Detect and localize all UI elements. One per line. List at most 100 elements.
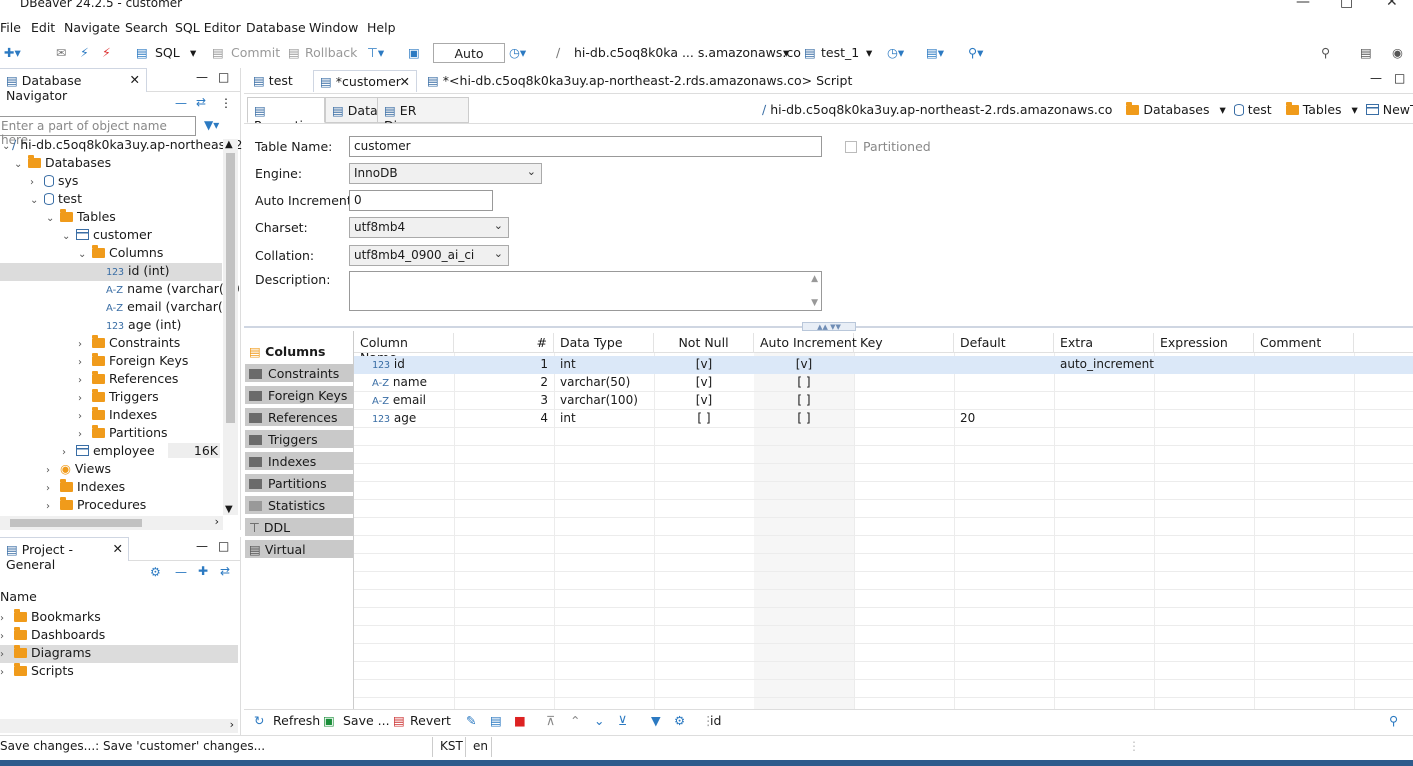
maximize-panel-icon[interactable]: □: [218, 70, 229, 84]
tree-item-customer[interactable]: ⌄ customer: [62, 227, 152, 245]
auto-commit-combo[interactable]: Auto: [433, 43, 505, 63]
move-up-icon[interactable]: ⌃: [570, 713, 580, 728]
menu-file[interactable]: File: [0, 20, 21, 35]
status-language[interactable]: en: [473, 739, 488, 759]
tree-item-column-name[interactable]: A-Z name (varchar(50: [106, 281, 240, 299]
close-icon[interactable]: ✕: [113, 541, 123, 556]
grid-cell-data-type[interactable]: int: [554, 356, 582, 374]
gear-icon[interactable]: ⚙: [150, 565, 161, 579]
grid-cell-extra[interactable]: auto_increment: [1054, 356, 1160, 374]
link-editor-icon[interactable]: ⇄: [196, 95, 206, 109]
sidetab-constraints[interactable]: Constraints: [245, 364, 353, 384]
sidetab-indexes[interactable]: Indexes: [245, 452, 353, 472]
charset-select[interactable]: utf8mb4 ⌄: [349, 217, 509, 238]
grid-cell-not-null[interactable]: [v]: [654, 374, 754, 392]
tree-item-constraints[interactable]: › Constraints: [78, 335, 180, 353]
grid-cell-auto-increment[interactable]: [ ]: [754, 410, 854, 428]
grid-header-column-name[interactable]: Column Name: [354, 333, 454, 365]
maximize-editor-icon[interactable]: □: [1394, 71, 1405, 85]
revert-button[interactable]: Revert: [410, 713, 451, 728]
grid-header-number[interactable]: #: [454, 333, 554, 353]
tree-item-views[interactable]: › ◉ Views: [46, 461, 111, 479]
navigator-hscrollbar[interactable]: ›: [0, 515, 223, 530]
commit-button[interactable]: Commit: [231, 45, 280, 60]
chevron-down-icon[interactable]: ▾: [190, 45, 196, 60]
grid-cell-data-type[interactable]: varchar(50): [554, 374, 636, 392]
maximize-icon[interactable]: □: [1340, 0, 1353, 10]
breadcrumb-databases[interactable]: Databases: [1143, 102, 1209, 117]
refresh-button[interactable]: Refresh: [273, 713, 320, 728]
breadcrumb-tables[interactable]: Tables: [1303, 102, 1342, 117]
grid-cell-extra[interactable]: [1054, 392, 1066, 410]
sidetab-references[interactable]: References: [245, 408, 353, 428]
grid-header-default[interactable]: Default: [954, 333, 1054, 353]
view-menu-icon[interactable]: ⋮: [220, 96, 232, 110]
rollback-button[interactable]: Rollback: [305, 45, 357, 60]
grid-cell-column-name[interactable]: A-Z name: [366, 374, 433, 392]
editor-tab-test[interactable]: ▤ test: [247, 70, 299, 92]
grid-cell-number[interactable]: 3: [454, 392, 554, 410]
tree-item-columns[interactable]: ⌄ Columns: [78, 245, 163, 263]
minimize-panel-icon[interactable]: —: [196, 539, 208, 553]
search-icon[interactable]: ⚲: [1389, 713, 1398, 728]
auto-increment-input[interactable]: 0: [349, 190, 493, 211]
close-icon[interactable]: ✕: [130, 72, 140, 87]
minimize-editor-icon[interactable]: —: [1370, 71, 1382, 85]
tree-item-references[interactable]: › References: [78, 371, 178, 389]
perspective-icon[interactable]: ▤: [1360, 45, 1372, 60]
partitioned-checkbox-label[interactable]: Partitioned: [845, 139, 931, 154]
add-icon[interactable]: ✚: [198, 564, 208, 578]
grid-header-comment[interactable]: Comment: [1254, 333, 1354, 353]
grid-cell-column-name[interactable]: 123 age: [366, 410, 422, 428]
tools-icon[interactable]: ▤▾: [926, 45, 944, 60]
grid-cell-number[interactable]: 4: [454, 410, 554, 428]
grid-cell-not-null[interactable]: [ ]: [654, 410, 754, 428]
grid-cell-auto-increment[interactable]: [v]: [754, 356, 854, 374]
tree-item-tables[interactable]: ⌄ Tables: [46, 209, 116, 227]
tree-item-sys[interactable]: › sys: [30, 173, 78, 191]
sidetab-virtual[interactable]: ▤ Virtual: [245, 540, 353, 560]
move-top-icon[interactable]: ⊼: [546, 713, 555, 728]
tree-item-column-id[interactable]: 123 id (int): [0, 263, 222, 281]
dashboard-icon[interactable]: ◷▾: [887, 45, 904, 60]
grid-cell-auto-increment[interactable]: [ ]: [754, 392, 854, 410]
tree-item-column-age[interactable]: 123 age (int): [106, 317, 181, 335]
project-item-bookmarks[interactable]: › Bookmarks: [0, 609, 101, 627]
plug-icon[interactable]: ✉: [56, 45, 66, 60]
grid-cell-default[interactable]: [954, 392, 966, 410]
edit-icon[interactable]: ✎: [466, 713, 476, 728]
grid-cell-not-null[interactable]: [v]: [654, 356, 754, 374]
sql-button[interactable]: SQL: [155, 45, 180, 60]
sidetab-columns[interactable]: ▤ Columns: [245, 342, 353, 362]
sql-editor-icon[interactable]: ▤: [136, 45, 148, 60]
add-column-icon[interactable]: ▤: [490, 713, 502, 728]
tree-item-procedures[interactable]: › Procedures: [46, 497, 146, 515]
sidetab-triggers[interactable]: Triggers: [245, 430, 353, 450]
sidetab-partitions[interactable]: Partitions: [245, 474, 353, 494]
save-button[interactable]: Save ...: [343, 713, 390, 728]
tree-item-test[interactable]: ⌄ test: [30, 191, 82, 209]
table-name-input[interactable]: customer: [349, 136, 822, 157]
filter-icon[interactable]: ▼: [651, 713, 661, 728]
menu-database[interactable]: Database: [246, 20, 306, 35]
minimize-icon[interactable]: —: [1296, 0, 1310, 10]
tab-project-general[interactable]: ▤ Project - General ✕: [0, 537, 129, 572]
grid-cell-column-name[interactable]: A-Z email: [366, 392, 432, 410]
tree-item-foreign-keys[interactable]: › Foreign Keys: [78, 353, 188, 371]
chevron-down-icon[interactable]: ▾: [866, 45, 872, 60]
tree-item-connection[interactable]: ⌄ ∕ hi-db.c5oq8k0ka3uy.ap-northeast-2: [2, 137, 243, 155]
splitter-toggle-icon[interactable]: ▲▲ ▼▼: [802, 322, 856, 331]
delete-icon[interactable]: ■: [514, 713, 526, 728]
subtab-er-diagram[interactable]: ▤ ER Diagram: [377, 97, 469, 133]
grid-header-auto-increment[interactable]: Auto Increment: [754, 333, 857, 353]
collapse-all-icon[interactable]: —: [175, 96, 187, 110]
grid-cell-default[interactable]: [954, 374, 966, 392]
transaction-mode-icon[interactable]: ⊤▾: [367, 45, 384, 60]
gear-icon[interactable]: ⚙: [674, 713, 685, 728]
tree-item-employee[interactable]: › employee 16K: [62, 443, 222, 461]
grid-cell-key[interactable]: [854, 392, 866, 410]
menu-window[interactable]: Window: [309, 20, 358, 35]
grid-header-data-type[interactable]: Data Type: [554, 333, 654, 353]
tree-item-triggers[interactable]: › Triggers: [78, 389, 159, 407]
sidetab-ddl[interactable]: ⊤ DDL: [245, 518, 353, 538]
